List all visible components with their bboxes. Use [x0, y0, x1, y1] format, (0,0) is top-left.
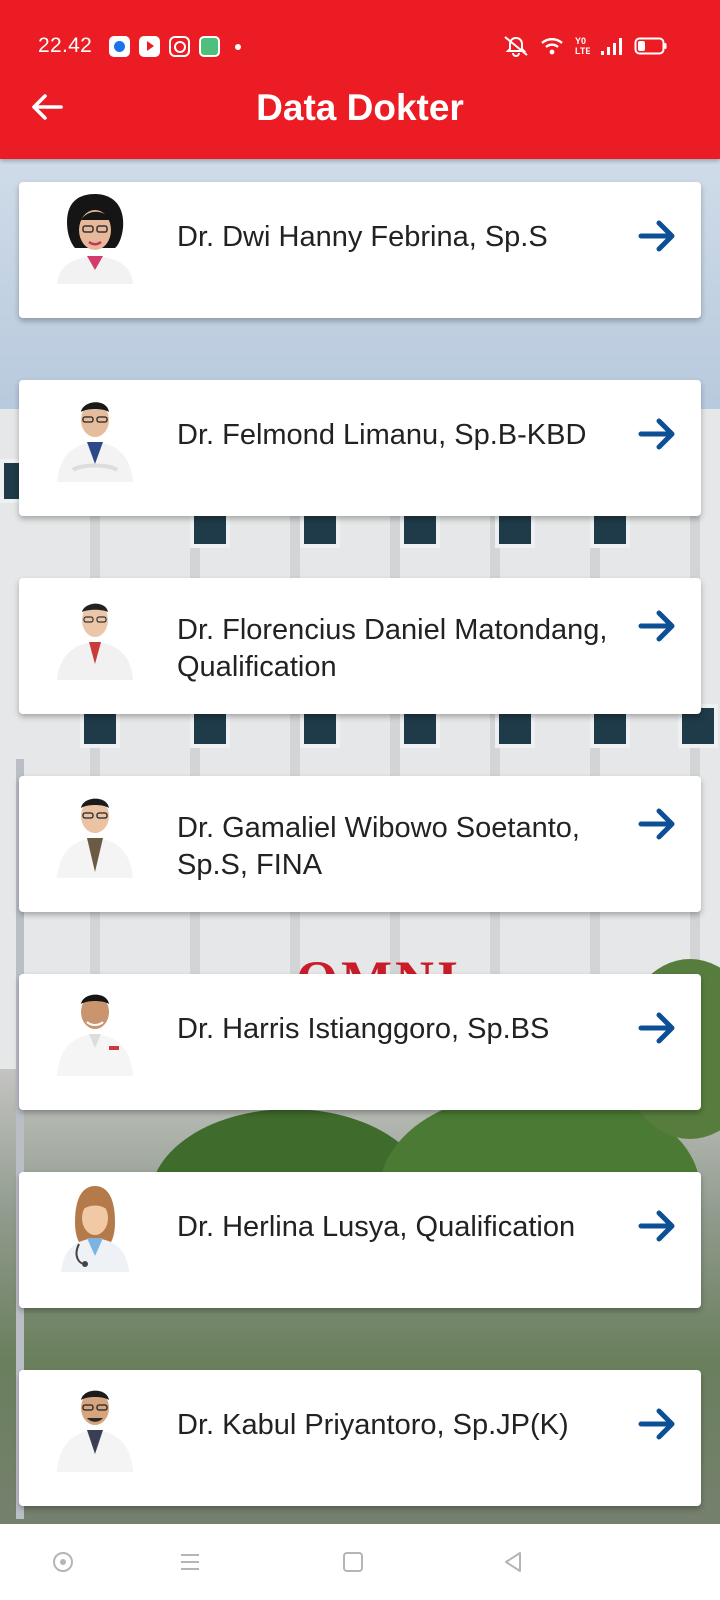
home-button[interactable]: [337, 1546, 369, 1578]
doctor-name: Dr. Kabul Priyantoro, Sp.JP(K): [177, 1408, 569, 1441]
system-back-button[interactable]: [497, 1546, 529, 1578]
doctor-name: Dr. Harris Istianggoro, Sp.BS: [177, 1012, 550, 1045]
arrow-right-icon[interactable]: [637, 606, 677, 646]
arrow-right-icon[interactable]: [637, 804, 677, 844]
doctor-card[interactable]: Dr. Gamaliel Wibowo Soetanto, Sp.S, FINA: [19, 776, 701, 912]
menu-icon: [181, 1554, 199, 1570]
doctor-card[interactable]: Dr. Dwi Hanny Febrina, Sp.S: [19, 182, 701, 318]
app-bar: Data Dokter: [0, 72, 720, 148]
doctor-card[interactable]: Dr. Florencius Daniel Matondang, Qualifi…: [19, 578, 701, 714]
mute-icon: [504, 36, 528, 57]
assistant-button[interactable]: [47, 1546, 79, 1578]
app-header: 22.42 Y0 LTE Data Dokter: [0, 0, 720, 159]
arrow-right-icon[interactable]: [637, 1404, 677, 1444]
doctor-avatar: [53, 390, 137, 482]
doctor-card[interactable]: Dr. Kabul Priyantoro, Sp.JP(K): [19, 1370, 701, 1506]
doctor-name: Dr. Herlina Lusya, Qualification: [177, 1210, 576, 1243]
menu-button[interactable]: [174, 1546, 206, 1578]
battery-icon: [634, 37, 667, 55]
doctor-name: Dr. Gamaliel Wibowo Soetanto, Sp.S, FINA: [177, 812, 580, 881]
volte-icon: Y0LTE: [575, 36, 590, 56]
doctor-avatar: [53, 192, 137, 284]
doctor-avatar: [53, 1182, 137, 1274]
doctor-avatar: [53, 588, 137, 680]
doctor-card[interactable]: Dr. Harris Istianggoro, Sp.BS: [19, 974, 701, 1110]
arrow-right-icon[interactable]: [637, 1008, 677, 1048]
notification-icons: [109, 36, 241, 57]
back-icon: [505, 1552, 521, 1572]
doctor-name: Dr. Florencius Daniel Matondang, Qualifi…: [177, 614, 608, 683]
signal-icon: [601, 38, 622, 55]
home-icon: [343, 1552, 363, 1572]
page-title: Data Dokter: [256, 87, 464, 128]
system-icons: Y0 LTE: [502, 35, 668, 57]
wifi-icon: [541, 38, 563, 55]
messages-icon: [109, 36, 130, 57]
more-notifications-dot-icon: [235, 43, 241, 50]
doctor-card[interactable]: Dr. Felmond Limanu, Sp.B-KBD: [19, 380, 701, 516]
system-navigation-bar: [0, 1524, 720, 1600]
youtube-icon: [139, 36, 160, 57]
arrow-right-icon[interactable]: [637, 414, 677, 454]
instagram-icon: [169, 36, 190, 57]
svg-text:LTE: LTE: [575, 46, 590, 56]
doctor-avatar: [53, 1380, 137, 1472]
assistant-icon: [53, 1552, 73, 1572]
doctor-card[interactable]: Dr. Herlina Lusya, Qualification: [19, 1172, 701, 1308]
svg-text:Y0: Y0: [575, 36, 586, 46]
status-time: 22.42: [38, 34, 93, 57]
arrow-right-icon[interactable]: [637, 1206, 677, 1246]
doctor-avatar: [53, 786, 137, 878]
doctor-name: Dr. Felmond Limanu, Sp.B-KBD: [177, 418, 587, 451]
status-bar: 22.42 Y0 LTE: [0, 26, 720, 66]
arrow-right-icon[interactable]: [637, 216, 677, 256]
gallery-icon: [199, 36, 220, 57]
doctor-name: Dr. Dwi Hanny Febrina, Sp.S: [177, 220, 548, 253]
doctor-avatar: [53, 984, 137, 1076]
